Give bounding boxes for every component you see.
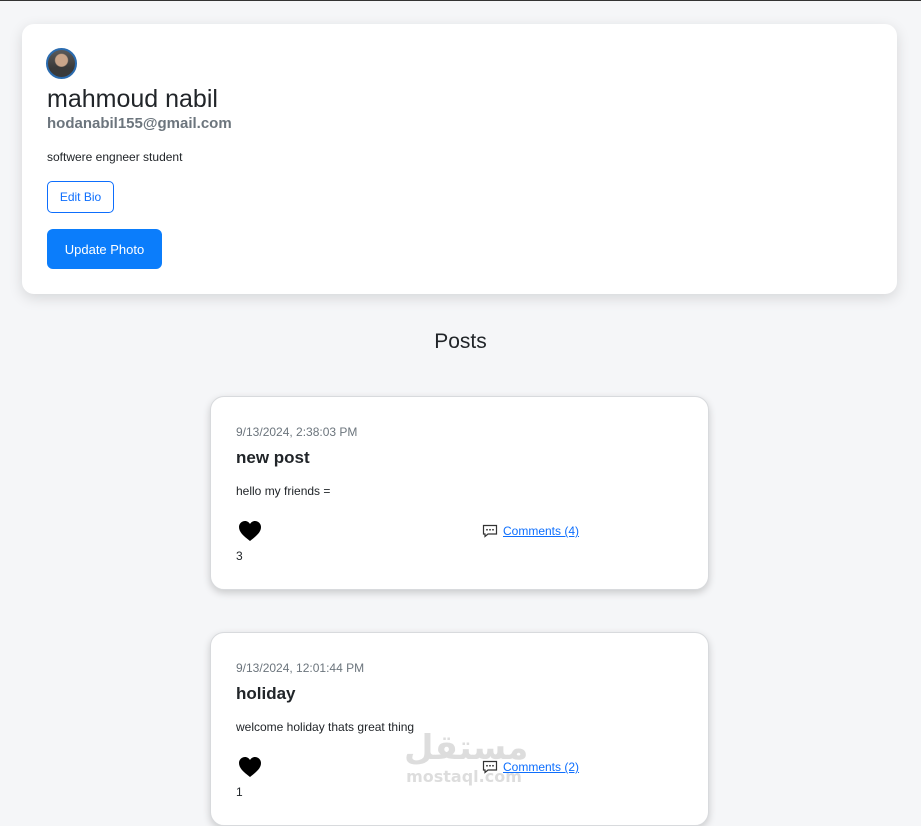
heart-icon xyxy=(239,521,261,541)
comments-link[interactable]: Comments (4) xyxy=(482,524,579,538)
like-count: 1 xyxy=(236,785,243,799)
avatar[interactable] xyxy=(46,48,77,79)
post-card: 9/13/2024, 2:38:03 PM new post hello my … xyxy=(210,396,709,590)
profile-name: mahmoud nabil xyxy=(47,85,218,113)
post-card: 9/13/2024, 12:01:44 PM holiday welcome h… xyxy=(210,632,709,826)
edit-bio-button[interactable]: Edit Bio xyxy=(47,181,114,213)
profile-email: hodanabil155@gmail.com xyxy=(47,115,232,132)
post-body: hello my friends = xyxy=(236,484,331,498)
post-body: welcome holiday thats great thing xyxy=(236,720,415,734)
post-date: 9/13/2024, 12:01:44 PM xyxy=(236,661,365,675)
top-border xyxy=(0,0,921,1)
like-count: 3 xyxy=(236,549,243,563)
comments-label: Comments (2) xyxy=(503,760,580,774)
heart-icon xyxy=(239,757,261,777)
comment-icon xyxy=(482,524,498,538)
comment-icon xyxy=(482,760,498,774)
profile-bio: softwere engneer student xyxy=(47,150,183,164)
comments-link[interactable]: Comments (2) xyxy=(482,760,579,774)
post-date: 9/13/2024, 2:38:03 PM xyxy=(236,425,358,439)
profile-card: mahmoud nabil hodanabil155@gmail.com sof… xyxy=(22,24,897,294)
post-title: holiday xyxy=(236,684,296,703)
update-photo-button[interactable]: Update Photo xyxy=(47,229,162,269)
like-button[interactable] xyxy=(238,756,264,780)
comments-label: Comments (4) xyxy=(503,524,580,538)
post-title: new post xyxy=(236,448,310,467)
posts-heading: Posts xyxy=(434,330,487,353)
like-button[interactable] xyxy=(238,520,264,544)
